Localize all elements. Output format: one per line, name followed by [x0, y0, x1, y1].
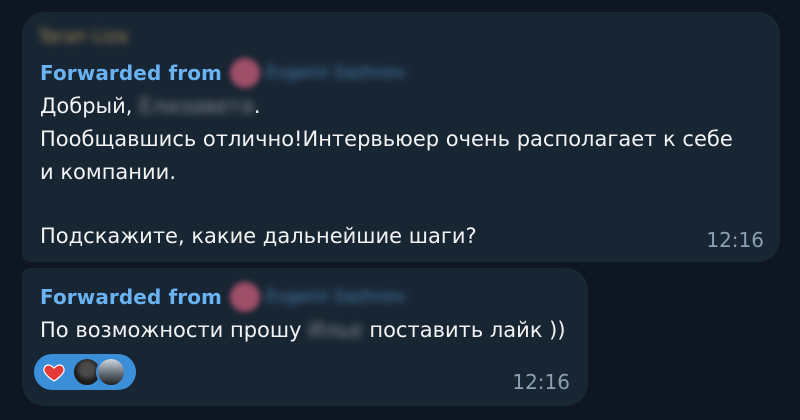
- message-text-line: Подскажите, какие дальнейшие шаги?: [40, 224, 477, 248]
- forwarded-header[interactable]: Forwarded from Evgenii Sazhnev: [40, 58, 406, 88]
- message-time: 12:16: [512, 370, 570, 394]
- redacted-name: Илье: [308, 318, 363, 342]
- reactor-avatar[interactable]: [96, 357, 126, 387]
- message-text-line: Добрый, Елизавета.: [40, 90, 261, 123]
- forwarded-name[interactable]: Evgenii Sazhnev: [266, 287, 406, 307]
- heart-icon: [43, 364, 65, 382]
- message-bubble[interactable]: Taran Liza Forwarded from Evgenii Sazhne…: [22, 12, 780, 262]
- redacted-name: Елизавета: [139, 94, 254, 118]
- message-text-line: По возможности прошу Илье поставить лайк…: [40, 314, 566, 347]
- forwarded-label: Forwarded from: [40, 285, 222, 309]
- forwarded-header[interactable]: Forwarded from Evgenii Sazhnev: [40, 282, 406, 312]
- forwarded-avatar[interactable]: [230, 282, 260, 312]
- forwarded-avatar[interactable]: [230, 58, 260, 88]
- message-bubble[interactable]: Forwarded from Evgenii Sazhnev По возмож…: [22, 268, 588, 406]
- text-segment: .: [253, 94, 261, 118]
- text-segment: Добрый,: [40, 94, 140, 118]
- forwarded-name[interactable]: Evgenii Sazhnev: [266, 63, 406, 83]
- forwarded-label: Forwarded from: [40, 61, 222, 85]
- message-text-line: Пообщавшись отлично!Интервьюер очень рас…: [40, 127, 733, 151]
- reaction-chip[interactable]: [34, 354, 136, 390]
- message-time: 12:16: [706, 228, 764, 252]
- text-segment: поставить лайк )): [362, 318, 566, 342]
- text-segment: По возможности прошу: [40, 318, 309, 342]
- message-text-line: и компании.: [40, 160, 176, 184]
- sender-name[interactable]: Taran Liza: [38, 26, 128, 47]
